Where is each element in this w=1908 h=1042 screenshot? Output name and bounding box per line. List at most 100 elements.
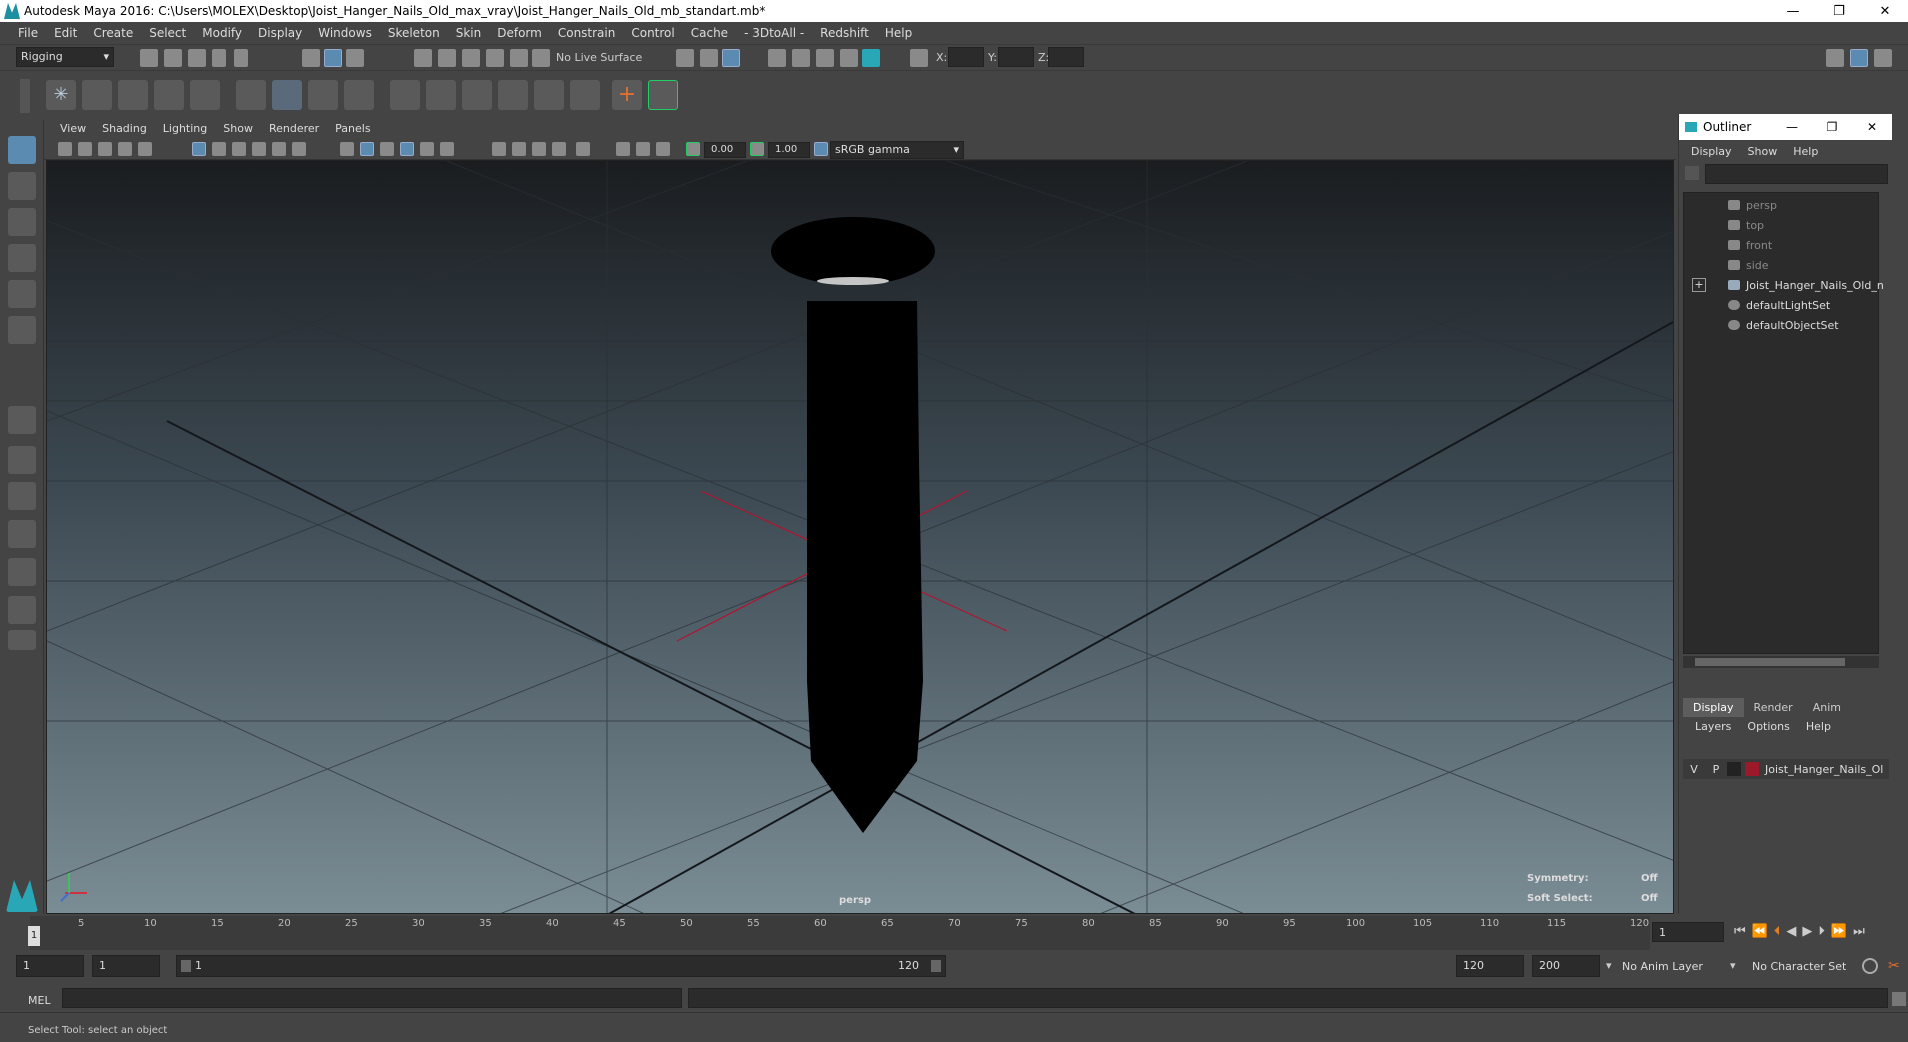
lasso-tool-icon[interactable] xyxy=(8,172,36,200)
transform-mode-icon[interactable] xyxy=(910,49,928,67)
move-tool-icon[interactable] xyxy=(8,244,36,272)
gamma-icon[interactable] xyxy=(750,142,764,156)
menu-deform[interactable]: Deform xyxy=(489,26,550,40)
render-current-icon[interactable] xyxy=(792,49,810,67)
bind-skin-icon[interactable] xyxy=(190,80,220,110)
snap-curve-icon[interactable] xyxy=(438,49,456,67)
snap-grid-icon[interactable] xyxy=(414,49,432,67)
tool-settings-icon[interactable] xyxy=(1874,49,1892,67)
step-back-frame-icon[interactable]: ⏪ xyxy=(1752,924,1768,939)
range-start-handle[interactable] xyxy=(181,960,191,972)
tab-render[interactable]: Render xyxy=(1744,698,1803,717)
use-all-lights-icon[interactable] xyxy=(440,142,454,156)
modeling-toolkit-icon[interactable] xyxy=(1826,49,1844,67)
playback-end-field[interactable]: 120 xyxy=(1456,955,1524,977)
custom-layout-icon[interactable] xyxy=(8,596,36,624)
select-component-icon[interactable] xyxy=(346,49,364,67)
color-management-icon[interactable] xyxy=(814,142,828,156)
joint-tool-icon[interactable]: ✳ xyxy=(46,80,76,110)
tab-anim[interactable]: Anim xyxy=(1803,698,1851,717)
ik-spline-icon[interactable] xyxy=(118,80,148,110)
snap-point-icon[interactable] xyxy=(462,49,480,67)
play-forwards-icon[interactable]: ▶ xyxy=(1802,924,1812,939)
redo-icon[interactable] xyxy=(234,49,248,67)
locator-icon[interactable]: + xyxy=(612,80,642,110)
menuset-dropdown[interactable]: Rigging ▾ xyxy=(16,47,114,67)
outliner-menu-help[interactable]: Help xyxy=(1785,145,1826,158)
panel-menu-lighting[interactable]: Lighting xyxy=(155,122,215,135)
layer-playback-toggle[interactable]: P xyxy=(1705,763,1727,776)
scale-tool-icon[interactable] xyxy=(8,316,36,344)
new-scene-icon[interactable] xyxy=(140,49,158,67)
layer-type-toggle[interactable] xyxy=(1727,762,1741,776)
panel-menu-renderer[interactable]: Renderer xyxy=(261,122,327,135)
scroll-thumb[interactable] xyxy=(1695,658,1845,666)
output-ops-icon[interactable] xyxy=(700,49,718,67)
outliner-search-input[interactable] xyxy=(1705,164,1888,184)
render-settings-icon[interactable] xyxy=(840,49,858,67)
tab-display[interactable]: Display xyxy=(1683,698,1744,717)
single-perspective-layout-icon[interactable] xyxy=(8,406,36,434)
panel-menu-shading[interactable]: Shading xyxy=(94,122,155,135)
list-item[interactable]: + Joist_Hanger_Nails_Old_n xyxy=(1692,275,1884,295)
more-layouts-icon[interactable] xyxy=(8,630,36,650)
character-set-dropdown[interactable]: No Character Set xyxy=(1752,960,1846,973)
display-layer-row[interactable]: V P Joist_Hanger_Nails_Ol xyxy=(1683,759,1889,779)
textured-icon[interactable] xyxy=(420,142,434,156)
x-field[interactable] xyxy=(948,47,984,67)
live-surface-label[interactable]: No Live Surface xyxy=(556,51,642,64)
range-slider[interactable]: 1 120 xyxy=(176,955,946,977)
menu-cache[interactable]: Cache xyxy=(683,26,736,40)
time-slider-track[interactable]: 1 5 10 15 20 25 30 35 40 45 50 55 60 65 … xyxy=(28,916,1650,950)
list-item[interactable]: side xyxy=(1728,255,1769,275)
snap-live-icon[interactable] xyxy=(532,49,550,67)
anti-aliasing-icon[interactable] xyxy=(552,142,566,156)
paint-select-icon[interactable] xyxy=(8,208,36,236)
2d-pan-zoom-icon[interactable] xyxy=(138,142,152,156)
z-field[interactable] xyxy=(1048,47,1084,67)
orient-constraint-icon[interactable] xyxy=(462,80,492,110)
playback-start-field[interactable]: 1 xyxy=(92,955,160,977)
isolate-select-icon[interactable] xyxy=(576,142,590,156)
field-chart-icon[interactable] xyxy=(272,142,286,156)
cluster-icon[interactable] xyxy=(272,80,302,110)
menu-skin[interactable]: Skin xyxy=(448,26,490,40)
view-transform-dropdown[interactable]: sRGB gamma ▾ xyxy=(830,141,964,159)
list-item[interactable]: front xyxy=(1728,235,1772,255)
outliner-close-button[interactable]: ✕ xyxy=(1852,120,1892,134)
menu-select[interactable]: Select xyxy=(141,26,194,40)
outliner-menu-show[interactable]: Show xyxy=(1740,145,1786,158)
layer-visibility-toggle[interactable]: V xyxy=(1683,763,1705,776)
bookmark-icon[interactable] xyxy=(98,142,112,156)
camera-attributes-icon[interactable] xyxy=(78,142,92,156)
sculpt-icon[interactable] xyxy=(344,80,374,110)
outliner-menu-display[interactable]: Display xyxy=(1683,145,1740,158)
layer-menu-options[interactable]: Options xyxy=(1739,720,1797,733)
menu-modify[interactable]: Modify xyxy=(194,26,250,40)
go-to-end-icon[interactable]: ⏭ xyxy=(1853,924,1865,939)
anim-layer-dropdown[interactable]: No Anim Layer xyxy=(1622,960,1703,973)
animation-end-field[interactable]: 200 xyxy=(1532,955,1600,977)
panel-menu-view[interactable]: View xyxy=(52,122,94,135)
snap-surface-icon[interactable] xyxy=(510,49,528,67)
grid-toggle-icon[interactable] xyxy=(192,142,206,156)
wireframe-on-shaded-icon[interactable] xyxy=(400,142,414,156)
step-forward-key-icon[interactable]: ⏵ xyxy=(1818,924,1825,939)
resolution-gate-icon[interactable] xyxy=(232,142,246,156)
safe-action-icon[interactable] xyxy=(292,142,306,156)
expand-icon[interactable]: + xyxy=(1692,278,1706,292)
menu-display[interactable]: Display xyxy=(250,26,310,40)
minimize-button[interactable]: — xyxy=(1770,4,1816,19)
outliner-minimize-button[interactable]: — xyxy=(1772,120,1812,134)
panel-menu-panels[interactable]: Panels xyxy=(327,122,378,135)
gamma-field[interactable]: 1.00 xyxy=(768,142,810,158)
menu-control[interactable]: Control xyxy=(623,26,682,40)
construction-history-icon[interactable] xyxy=(722,49,740,67)
insert-joint-icon[interactable] xyxy=(154,80,184,110)
perspective-viewport[interactable]: persp Symmetry: Off Soft Select: Off xyxy=(46,160,1674,914)
menu-constrain[interactable]: Constrain xyxy=(550,26,624,40)
exposure-field[interactable]: 0.00 xyxy=(704,142,746,158)
wireframe-icon[interactable] xyxy=(340,142,354,156)
hypershade-icon[interactable] xyxy=(862,49,880,67)
current-frame-field[interactable]: 1 xyxy=(1652,922,1724,942)
